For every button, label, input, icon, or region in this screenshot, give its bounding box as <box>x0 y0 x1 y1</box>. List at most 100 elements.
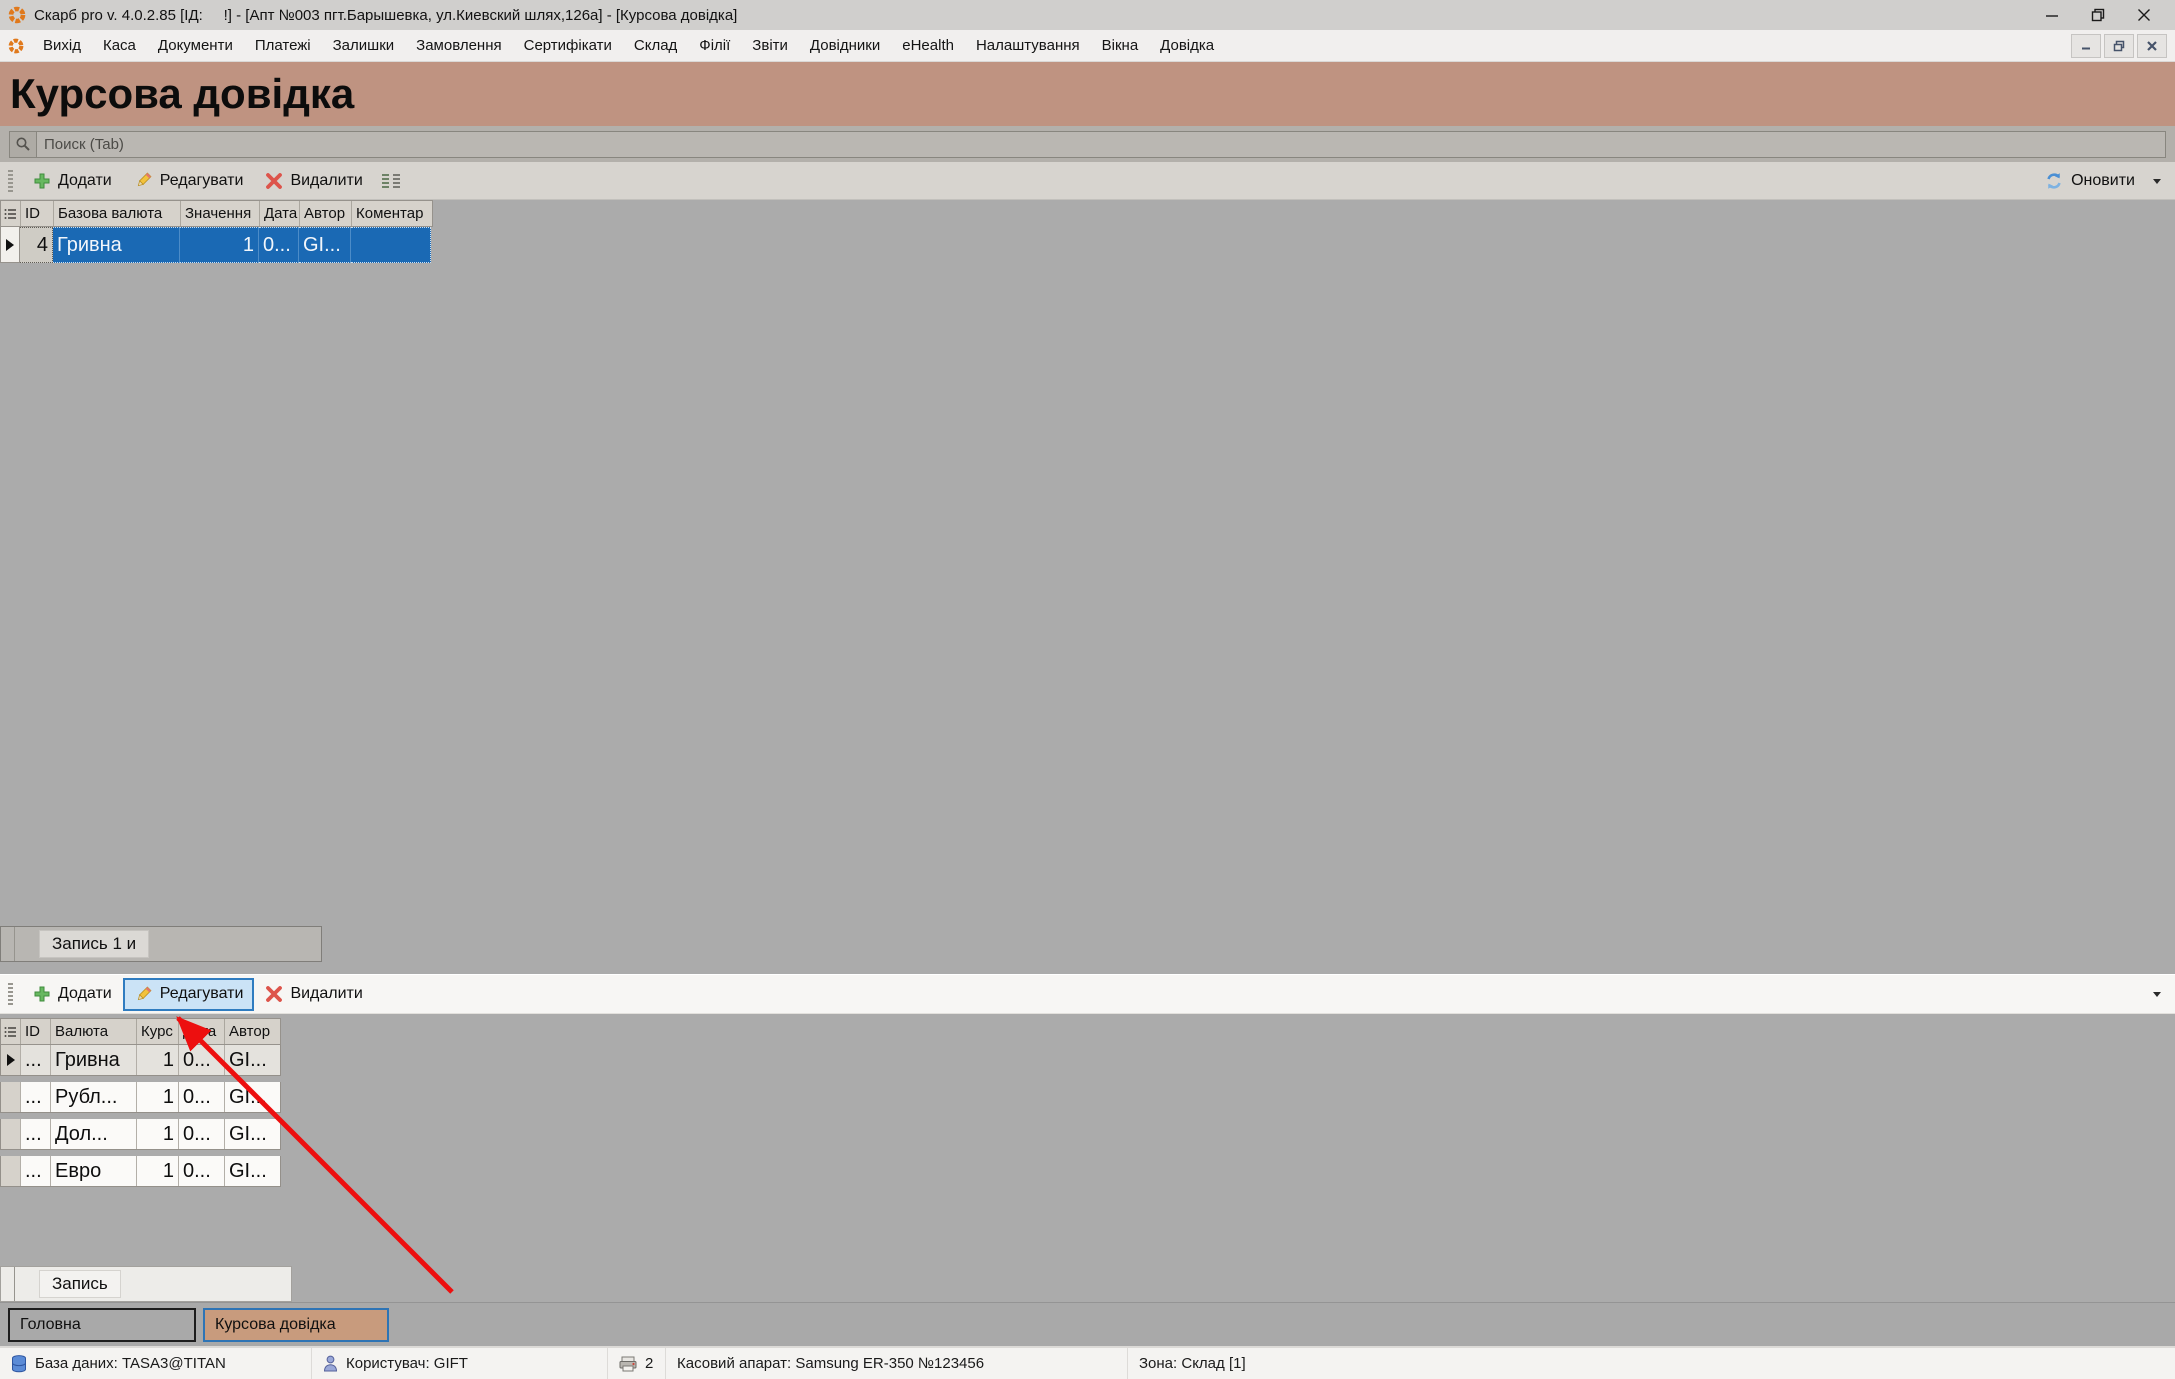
base-table-region: ID Базова валюта Значення Дата Автор Ком… <box>0 200 2175 962</box>
column-header-currency[interactable]: Валюта <box>51 1019 137 1044</box>
column-header-date[interactable]: Дата <box>260 201 300 226</box>
navigator-button[interactable] <box>1 927 15 961</box>
menu-item-kasa[interactable]: Каса <box>92 32 147 59</box>
columns-icon[interactable] <box>380 172 402 190</box>
table-row[interactable]: ... Рубл... 1 0... GI... <box>0 1082 281 1113</box>
refresh-button[interactable]: Оновити <box>2033 164 2146 198</box>
column-header-value[interactable]: Значення <box>181 201 260 226</box>
child-minimize-icon[interactable] <box>2071 34 2101 58</box>
cell-date[interactable]: 0... <box>259 227 299 263</box>
toolbar-grip[interactable] <box>8 983 13 1005</box>
menu-item-dokumenty[interactable]: Документи <box>147 32 244 59</box>
cell-rate[interactable]: 1 <box>137 1119 179 1149</box>
cell-rate[interactable]: 1 <box>137 1082 179 1112</box>
search-input[interactable] <box>37 132 2165 157</box>
status-printer-count: 2 <box>608 1348 666 1379</box>
grid-indicator-icon[interactable] <box>1 1019 21 1044</box>
toolbar-overflow-icon[interactable] <box>2146 177 2168 185</box>
table-row[interactable]: 4 Гривна 1 0... GI... <box>0 227 433 263</box>
menu-item-zalyshky[interactable]: Залишки <box>322 32 406 59</box>
menu-item-ehealth[interactable]: eHealth <box>891 32 965 59</box>
add-button[interactable]: Додати <box>22 165 123 197</box>
menu-item-platezhi[interactable]: Платежі <box>244 32 322 59</box>
mdi-child-icon <box>8 38 24 54</box>
printer-icon <box>619 1356 637 1372</box>
cell-date[interactable]: 0... <box>179 1045 225 1075</box>
edit-button[interactable]: Редагувати <box>123 164 255 197</box>
menu-item-filii[interactable]: Філії <box>688 32 741 59</box>
splitter[interactable] <box>0 962 2175 974</box>
cell-value[interactable]: 1 <box>180 227 259 263</box>
column-header-rate[interactable]: Курс <box>137 1019 179 1044</box>
menu-item-vikna[interactable]: Вікна <box>1091 32 1150 59</box>
table-row[interactable]: ... Гривна 1 0... GI... <box>0 1045 281 1076</box>
minimize-icon[interactable] <box>2029 0 2075 30</box>
edit-rate-button[interactable]: Редагувати <box>123 978 255 1011</box>
column-header-base-currency[interactable]: Базова валюта <box>54 201 181 226</box>
close-icon[interactable] <box>2121 0 2167 30</box>
cell-id[interactable]: 4 <box>20 227 53 263</box>
navigator-button[interactable] <box>1 1267 15 1301</box>
cell-author[interactable]: GI... <box>225 1119 280 1149</box>
menu-bar: Вихід Каса Документи Платежі Залишки Зам… <box>0 30 2175 62</box>
cell-id[interactable]: ... <box>21 1082 51 1112</box>
table-row[interactable]: ... Дол... 1 0... GI... <box>0 1119 281 1150</box>
grid-indicator-icon[interactable] <box>1 201 21 226</box>
rates-record-navigator: Запись <box>0 1266 292 1302</box>
cell-currency[interactable]: Гривна <box>53 227 180 263</box>
cell-comment[interactable] <box>351 227 431 263</box>
child-restore-icon[interactable] <box>2104 34 2134 58</box>
search-icon[interactable] <box>10 132 37 157</box>
cell-date[interactable]: 0... <box>179 1082 225 1112</box>
cell-id[interactable]: ... <box>21 1156 51 1186</box>
cell-currency[interactable]: Рубл... <box>51 1082 137 1112</box>
add-rate-button[interactable]: Додати <box>22 978 123 1010</box>
column-header-id[interactable]: ID <box>21 201 54 226</box>
status-zone: Зона: Склад [1] <box>1128 1348 2175 1379</box>
column-header-id[interactable]: ID <box>21 1019 51 1044</box>
toolbar-overflow-icon[interactable] <box>2146 990 2168 998</box>
red-x-icon <box>265 172 283 190</box>
menu-item-sklad[interactable]: Склад <box>623 32 688 59</box>
child-close-icon[interactable] <box>2137 34 2167 58</box>
cell-rate[interactable]: 1 <box>137 1156 179 1186</box>
red-x-icon <box>265 985 283 1003</box>
table-row[interactable]: ... Евро 1 0... GI... <box>0 1156 281 1187</box>
restore-icon[interactable] <box>2075 0 2121 30</box>
tab-holovna[interactable]: Головна <box>8 1308 196 1342</box>
column-header-author[interactable]: Автор <box>225 1019 280 1044</box>
cell-rate[interactable]: 1 <box>137 1045 179 1075</box>
menu-item-sertyfikaty[interactable]: Сертифікати <box>513 32 623 59</box>
menu-item-dovidka[interactable]: Довідка <box>1149 32 1225 59</box>
cell-author[interactable]: GI... <box>225 1082 280 1112</box>
cell-currency[interactable]: Дол... <box>51 1119 137 1149</box>
menu-item-vyhid[interactable]: Вихід <box>32 32 92 59</box>
delete-rate-button[interactable]: Видалити <box>254 978 373 1010</box>
delete-button[interactable]: Видалити <box>254 165 373 197</box>
cell-id[interactable]: ... <box>21 1045 51 1075</box>
menu-item-nalashtuvannia[interactable]: Налаштування <box>965 32 1091 59</box>
cell-date[interactable]: 0... <box>179 1119 225 1149</box>
row-marker-icon <box>0 227 20 263</box>
page-header: Курсова довідка <box>0 62 2175 126</box>
tab-kursova-dovidka[interactable]: Курсова довідка <box>203 1308 389 1342</box>
cell-currency[interactable]: Евро <box>51 1156 137 1186</box>
column-header-date[interactable]: Дата <box>179 1019 225 1044</box>
record-count-label: Запись <box>39 1270 121 1298</box>
cell-author[interactable]: GI... <box>225 1156 280 1186</box>
rates-table-header: ID Валюта Курс Дата Автор <box>0 1018 281 1045</box>
cell-currency[interactable]: Гривна <box>51 1045 137 1075</box>
column-header-author[interactable]: Автор <box>300 201 352 226</box>
search-box <box>9 131 2166 158</box>
cell-date[interactable]: 0... <box>179 1156 225 1186</box>
status-cash-register: Касовий апарат: Samsung ER-350 №123456 <box>666 1348 1128 1379</box>
menu-item-zvity[interactable]: Звіти <box>741 32 799 59</box>
cell-author[interactable]: GI... <box>225 1045 280 1075</box>
cell-id[interactable]: ... <box>21 1119 51 1149</box>
menu-item-dovidnyky[interactable]: Довідники <box>799 32 891 59</box>
menu-item-zamovlennia[interactable]: Замовлення <box>405 32 512 59</box>
base-record-navigator: Запись 1 и <box>0 926 322 962</box>
column-header-comment[interactable]: Коментар <box>352 201 432 226</box>
toolbar-grip[interactable] <box>8 170 13 192</box>
cell-author[interactable]: GI... <box>299 227 351 263</box>
